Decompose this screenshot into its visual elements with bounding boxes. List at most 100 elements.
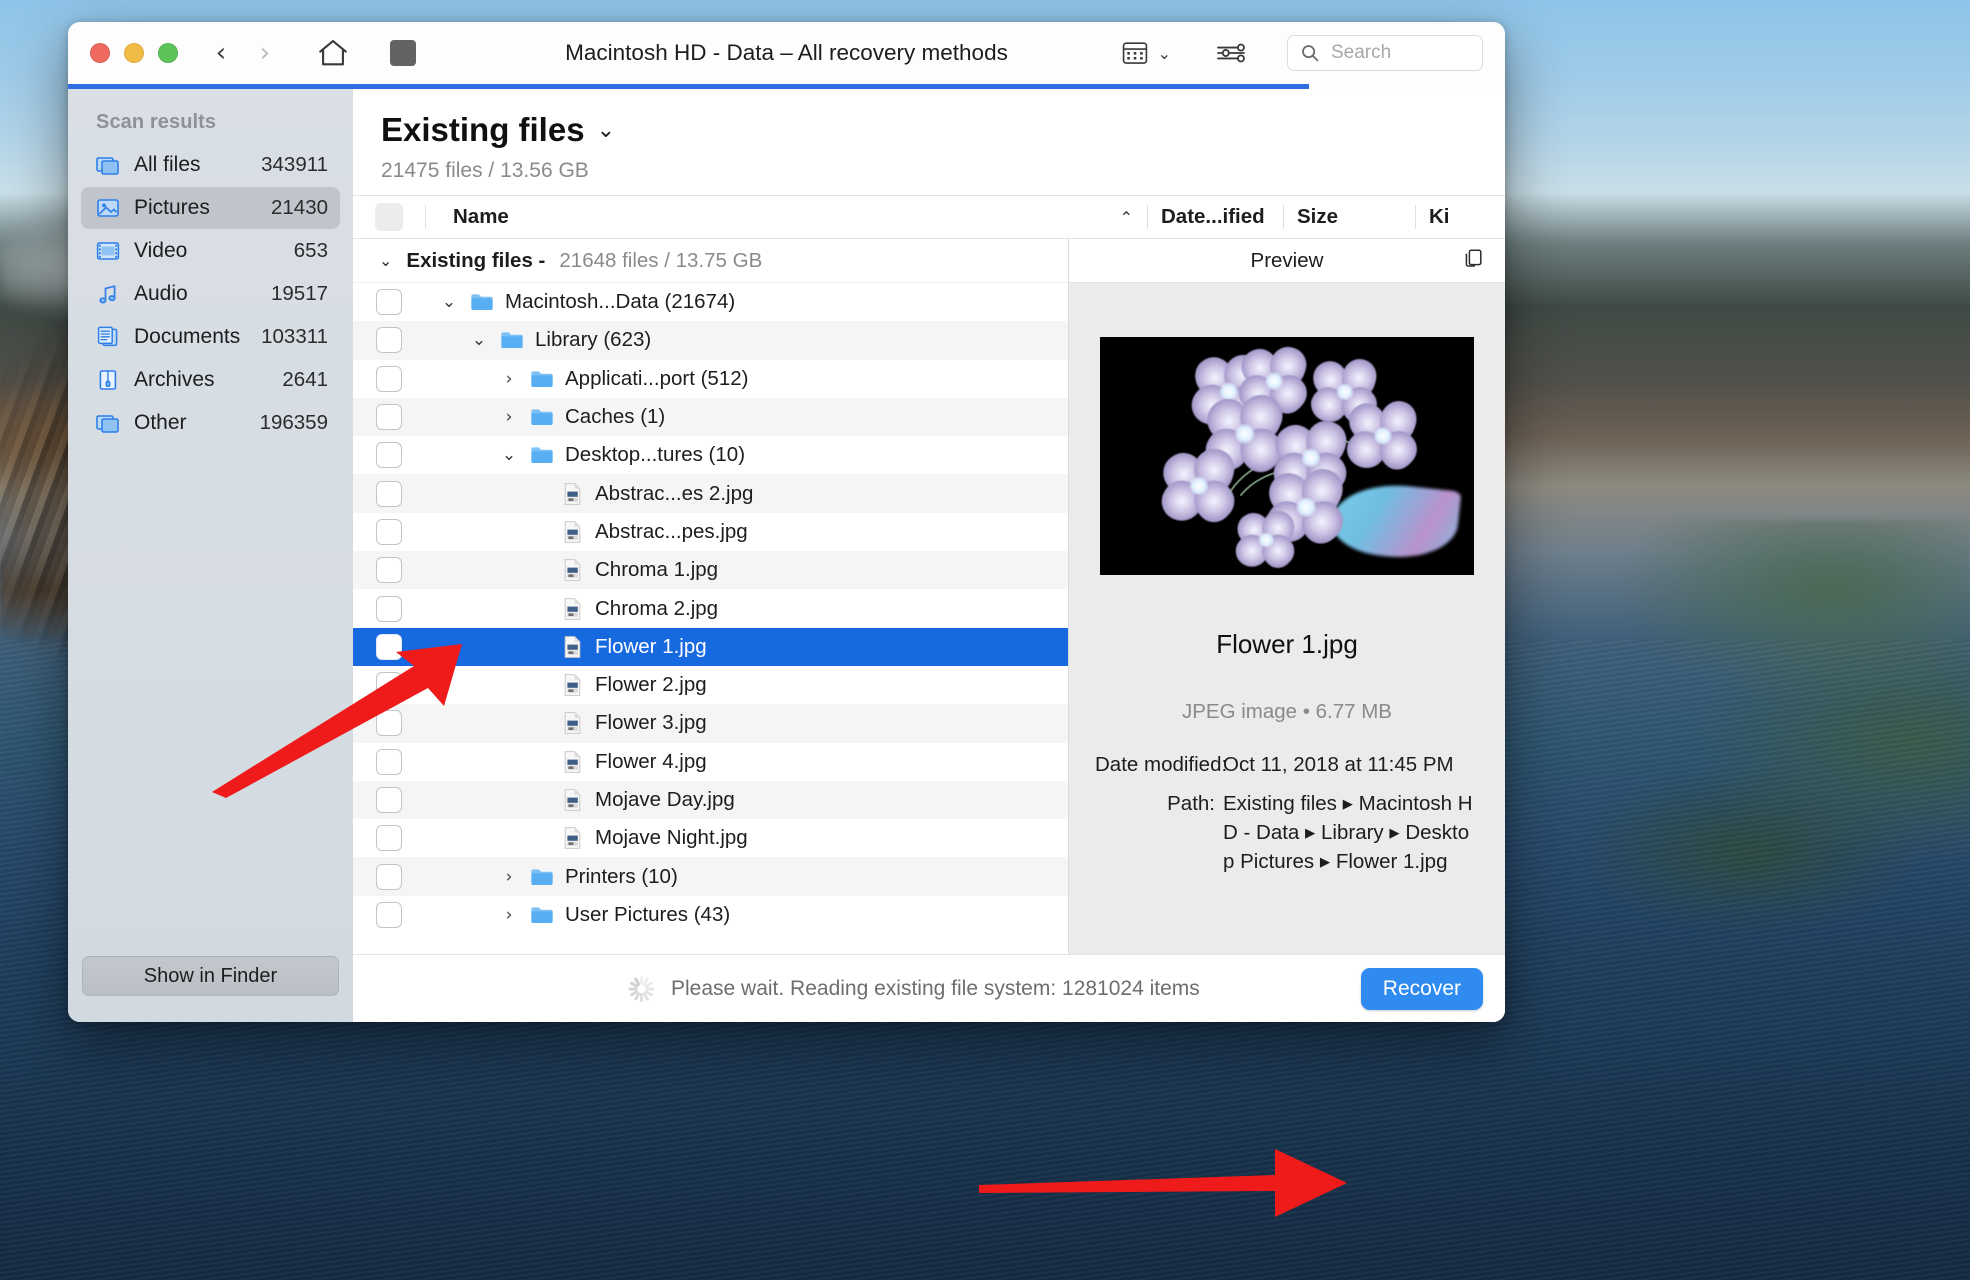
column-header-size[interactable]: Size: [1283, 196, 1415, 238]
close-button[interactable]: [90, 43, 110, 63]
row-checkbox-cell[interactable]: [353, 513, 425, 551]
row-checkbox[interactable]: [376, 557, 402, 583]
show-in-finder-button[interactable]: Show in Finder: [82, 956, 339, 996]
row-name-cell[interactable]: ⌄Library (623): [425, 321, 1147, 359]
row-checkbox[interactable]: [376, 596, 402, 622]
row-name-cell[interactable]: ›User Pictures (43): [425, 896, 1147, 934]
row-checkbox[interactable]: [376, 825, 402, 851]
row-checkbox[interactable]: [376, 481, 402, 507]
chevron-right-icon[interactable]: ›: [499, 867, 519, 887]
copy-icon[interactable]: [1461, 246, 1485, 276]
row-checkbox-cell[interactable]: [353, 551, 425, 589]
row-name-label: Desktop...tures (10): [565, 443, 745, 467]
twisty-placeholder: ·: [529, 752, 549, 772]
row-checkbox-cell[interactable]: [353, 666, 425, 704]
chevron-right-icon[interactable]: ›: [499, 407, 519, 427]
chevron-down-icon[interactable]: ⌄: [469, 330, 489, 350]
search-icon: [1300, 43, 1320, 63]
row-checkbox[interactable]: [376, 519, 402, 545]
status-message: Please wait. Reading existing file syste…: [671, 977, 1200, 1001]
sidebar-item-archives[interactable]: Archives 2641: [81, 359, 340, 401]
chevron-down-icon[interactable]: ⌄: [597, 118, 615, 143]
row-checkbox[interactable]: [376, 672, 402, 698]
chevron-right-icon[interactable]: ›: [499, 905, 519, 925]
stop-icon[interactable]: [390, 40, 416, 66]
search-input[interactable]: Search: [1287, 35, 1483, 71]
row-checkbox[interactable]: [376, 902, 402, 928]
select-all-column[interactable]: [353, 196, 425, 238]
group-row-label: Existing files -: [406, 249, 545, 273]
row-name-cell[interactable]: ⌄ Desktop...tures (10): [425, 436, 1147, 474]
row-checkbox-cell[interactable]: [353, 857, 425, 895]
home-icon[interactable]: [314, 34, 352, 72]
sidebar-item-audio[interactable]: Audio 19517: [81, 273, 340, 315]
row-checkbox[interactable]: [376, 787, 402, 813]
sidebar-item-all-files[interactable]: All files 343911: [81, 144, 340, 186]
forward-button[interactable]: ›: [248, 36, 282, 70]
minimize-button[interactable]: [124, 43, 144, 63]
row-checkbox[interactable]: [376, 442, 402, 468]
row-checkbox-cell[interactable]: [353, 896, 425, 934]
row-checkbox-cell[interactable]: [353, 819, 425, 857]
row-checkbox[interactable]: [376, 404, 402, 430]
row-name-cell[interactable]: ⌄Macintosh...Data (21674): [425, 283, 1147, 321]
select-all-checkbox[interactable]: [375, 203, 403, 231]
row-name-cell[interactable]: ·Flower 3.jpg: [425, 704, 1147, 742]
page-title-row[interactable]: Existing files ⌄: [381, 111, 1505, 149]
preview-body: Flower 1.jpg JPEG image • 6.77 MB Date m…: [1069, 283, 1505, 954]
sidebar-item-count: 653: [294, 239, 328, 263]
row-checkbox-cell[interactable]: [353, 321, 425, 359]
row-checkbox-cell[interactable]: [353, 743, 425, 781]
row-checkbox-cell[interactable]: [353, 283, 425, 321]
zoom-button[interactable]: [158, 43, 178, 63]
chevron-down-icon[interactable]: ⌄: [439, 292, 459, 312]
row-name-cell[interactable]: ·Mojave Night.jpg: [425, 819, 1147, 857]
row-name-cell[interactable]: ·Chroma 2.jpg: [425, 589, 1147, 627]
row-checkbox[interactable]: [376, 634, 402, 660]
row-checkbox-cell[interactable]: [353, 360, 425, 398]
file-table-body[interactable]: ⌄ Existing files - 21648 files / 13.75 G…: [353, 239, 1505, 954]
row-checkbox-cell[interactable]: [353, 781, 425, 819]
row-name-cell[interactable]: ›Caches (1): [425, 398, 1147, 436]
chevron-right-icon[interactable]: ›: [499, 369, 519, 389]
view-mode-selector[interactable]: ⌄: [1115, 40, 1177, 66]
row-checkbox[interactable]: [376, 864, 402, 890]
row-name-cell[interactable]: ·Abstrac...es 2.jpg: [425, 474, 1147, 512]
row-name-cell[interactable]: ·Chroma 1.jpg: [425, 551, 1147, 589]
column-header-name[interactable]: Name ⌃: [425, 196, 1147, 238]
twisty-placeholder: ·: [529, 828, 549, 848]
row-checkbox-cell[interactable]: [353, 704, 425, 742]
row-name-cell[interactable]: ›Applicati...port (512): [425, 360, 1147, 398]
row-checkbox[interactable]: [376, 289, 402, 315]
row-checkbox-cell[interactable]: [353, 474, 425, 512]
sidebar-spacer: [81, 445, 340, 956]
row-checkbox-cell[interactable]: [353, 436, 425, 474]
row-checkbox[interactable]: [376, 749, 402, 775]
row-name-label: Abstrac...pes.jpg: [595, 520, 748, 544]
row-checkbox-cell[interactable]: [353, 589, 425, 627]
row-checkbox[interactable]: [376, 710, 402, 736]
row-checkbox-cell[interactable]: [353, 398, 425, 436]
list-view-icon: [1121, 40, 1149, 66]
row-name-label: Abstrac...es 2.jpg: [595, 482, 753, 506]
row-name-cell[interactable]: ·Mojave Day.jpg: [425, 781, 1147, 819]
row-name-cell[interactable]: ·Abstrac...pes.jpg: [425, 513, 1147, 551]
sidebar-item-documents[interactable]: Documents 103311: [81, 316, 340, 358]
column-header-date[interactable]: Date...ified: [1147, 196, 1283, 238]
row-name-cell[interactable]: ·Flower 1.jpg: [425, 628, 1147, 666]
chevron-down-icon[interactable]: ⌄: [379, 251, 392, 270]
chevron-down-icon[interactable]: ⌄: [499, 445, 519, 465]
column-header-kind[interactable]: Ki: [1415, 196, 1505, 238]
row-checkbox-cell[interactable]: [353, 628, 425, 666]
sidebar-item-pictures[interactable]: Pictures 21430: [81, 187, 340, 229]
row-name-cell[interactable]: ·Flower 4.jpg: [425, 743, 1147, 781]
back-button[interactable]: ‹: [204, 36, 238, 70]
filter-sliders-icon[interactable]: [1211, 37, 1251, 69]
row-checkbox[interactable]: [376, 327, 402, 353]
sidebar-item-other[interactable]: Other 196359: [81, 402, 340, 444]
row-checkbox[interactable]: [376, 366, 402, 392]
sidebar-item-video[interactable]: Video 653: [81, 230, 340, 272]
recover-button[interactable]: Recover: [1361, 968, 1483, 1010]
row-name-cell[interactable]: ›Printers (10): [425, 857, 1147, 895]
row-name-cell[interactable]: ·Flower 2.jpg: [425, 666, 1147, 704]
